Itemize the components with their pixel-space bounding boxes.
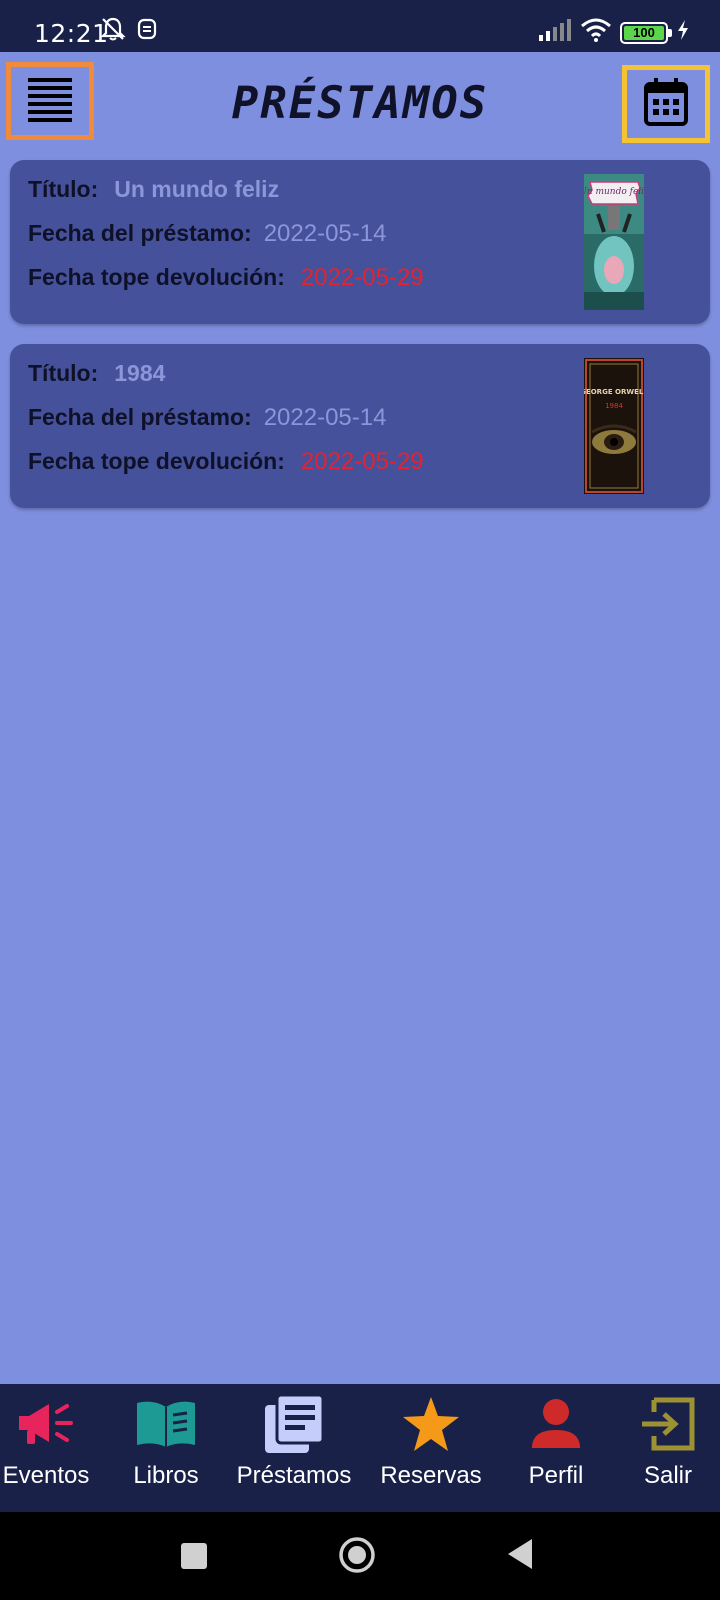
- status-bar: 12:21 100: [0, 0, 720, 52]
- star-icon: [401, 1395, 461, 1458]
- nav-label: Perfil: [528, 1462, 584, 1489]
- battery-level: 100: [624, 25, 664, 40]
- due-date-label: Fecha tope devolución:: [28, 264, 285, 290]
- due-date: 2022-05-29: [300, 264, 424, 291]
- megaphone-icon: [15, 1398, 77, 1455]
- due-date: 2022-05-29: [300, 448, 424, 475]
- exit-icon: [640, 1396, 696, 1457]
- book-icon: [133, 1397, 199, 1456]
- loan-date-label: Fecha del préstamo:: [28, 220, 252, 246]
- nav-label: Reservas: [380, 1462, 482, 1489]
- book-title: 1984: [114, 360, 166, 386]
- bell-off-icon: [100, 16, 126, 47]
- nav-label: Libros: [133, 1462, 199, 1489]
- loan-date-label: Fecha del préstamo:: [28, 404, 252, 430]
- home-icon[interactable]: [338, 1536, 376, 1579]
- status-time: 12:21: [34, 19, 109, 48]
- nav-eventos[interactable]: Eventos: [0, 1384, 92, 1512]
- calendar-button[interactable]: [622, 65, 710, 143]
- signal-icon: [538, 19, 572, 46]
- header: PRÉSTAMOS: [0, 52, 720, 152]
- bottom-nav: Eventos Libros Préstamos Reservas Perfil…: [0, 1384, 720, 1512]
- title-label: Título:: [28, 360, 99, 386]
- title-label: Título:: [28, 176, 99, 202]
- documents-icon: [263, 1393, 325, 1460]
- recent-apps-icon[interactable]: [180, 1542, 208, 1575]
- loans-list: Título: Un mundo feliz Fecha del préstam…: [10, 160, 710, 528]
- cover-author-text: GEORGE ORWELL: [584, 388, 644, 396]
- loan-card[interactable]: Título: Un mundo feliz Fecha del préstam…: [10, 160, 710, 324]
- notification-icon: [136, 16, 158, 47]
- system-nav-bar: [0, 1512, 720, 1600]
- nav-salir[interactable]: Salir: [622, 1384, 714, 1512]
- nav-libros[interactable]: Libros: [120, 1384, 212, 1512]
- battery-icon: 100: [620, 21, 672, 44]
- back-icon[interactable]: [506, 1538, 534, 1575]
- due-date-label: Fecha tope devolución:: [28, 448, 285, 474]
- nav-prestamos[interactable]: Préstamos: [226, 1384, 362, 1512]
- book-cover-image: GEORGE ORWELL 1984: [584, 358, 644, 494]
- person-icon: [529, 1396, 583, 1457]
- nav-label: Salir: [643, 1462, 692, 1489]
- book-cover-image: Un mundo feliz: [584, 174, 644, 310]
- book-title: Un mundo feliz: [114, 176, 280, 202]
- loan-date: 2022-05-14: [263, 404, 387, 431]
- loan-card[interactable]: Título: 1984 Fecha del préstamo: 2022-05…: [10, 344, 710, 508]
- calendar-icon: [643, 77, 689, 132]
- nav-label: Eventos: [2, 1462, 90, 1489]
- loan-date: 2022-05-14: [263, 220, 387, 247]
- nav-label: Préstamos: [236, 1462, 352, 1489]
- cover-title-text: 1984: [605, 402, 623, 410]
- page-title: PRÉSTAMOS: [231, 78, 489, 129]
- nav-reservas[interactable]: Reservas: [372, 1384, 490, 1512]
- cover-title-text: Un mundo feliz: [584, 187, 644, 197]
- wifi-icon: [580, 18, 612, 47]
- nav-perfil[interactable]: Perfil: [508, 1384, 604, 1512]
- charging-icon: [676, 19, 690, 46]
